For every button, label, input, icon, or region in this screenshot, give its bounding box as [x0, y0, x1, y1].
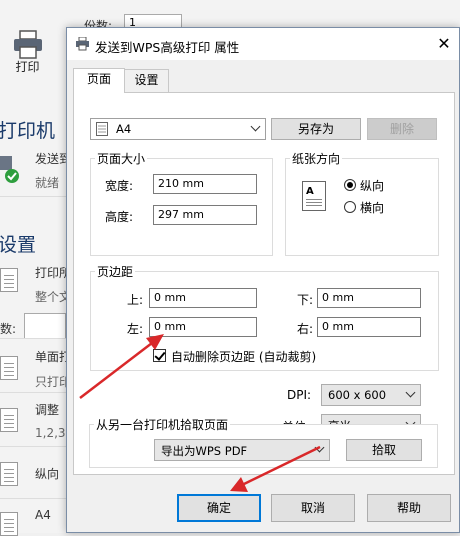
paper-select[interactable]: A4 — [90, 118, 266, 140]
width-label: 宽度: — [105, 179, 134, 193]
printer-properties-dialog: 发送到WPS高级打印 属性 ✕ 页面 设置 A4 另存为 删除 页面大小 宽度:… — [66, 27, 460, 533]
printer-icon — [76, 37, 89, 51]
bottom-margin-label: 下: — [297, 293, 314, 307]
close-icon[interactable]: ✕ — [431, 31, 457, 57]
dpi-select-value: 600 x 600 — [328, 388, 387, 402]
top-margin-label: 上: — [127, 293, 144, 307]
right-margin-label: 右: — [297, 322, 314, 336]
collate-sub: 1,2,3 — [35, 426, 66, 440]
paper-select-value: A4 — [116, 122, 132, 136]
dpi-label: DPI: — [287, 388, 312, 402]
height-label: 高度: — [105, 210, 134, 224]
document-icon — [0, 268, 18, 292]
printer-status-icon — [0, 150, 24, 186]
landscape-label: 横向 — [360, 201, 385, 215]
dpi-select[interactable]: 600 x 600 — [321, 384, 421, 406]
paper-option[interactable]: A4 — [35, 508, 51, 522]
margins-title: 页边距 — [95, 263, 136, 280]
delete-button[interactable]: 删除 — [367, 118, 437, 140]
source-printer-title: 从另一台打印机拾取页面 — [94, 416, 231, 433]
printer-heading: 打印机 — [0, 120, 56, 142]
divider — [0, 392, 66, 393]
collate-icon — [0, 408, 18, 432]
dialog-title: 发送到WPS高级打印 属性 — [95, 40, 240, 55]
chevron-down-icon — [314, 442, 325, 453]
landscape-radio[interactable] — [344, 201, 356, 213]
tab-page[interactable]: 页面 — [73, 68, 125, 93]
divider — [0, 446, 66, 447]
left-margin-input[interactable]: 0 mm — [149, 317, 257, 337]
top-margin-input[interactable]: 0 mm — [149, 288, 257, 308]
pages-label: 数: — [0, 322, 17, 336]
right-margin-input[interactable]: 0 mm — [317, 317, 421, 337]
bottom-margin-input[interactable]: 0 mm — [317, 288, 421, 308]
portrait-page-icon: A — [302, 181, 326, 211]
ok-button[interactable]: 确定 — [177, 494, 261, 522]
chevron-down-icon — [250, 121, 261, 132]
orientation-icon — [0, 462, 18, 486]
auto-remove-margins-label: 自动删除页边距 (自动裁剪) — [171, 350, 317, 364]
save-as-button[interactable]: 另存为 — [271, 118, 361, 140]
auto-remove-margins-checkbox[interactable] — [153, 349, 166, 362]
dialog-titlebar[interactable]: 发送到WPS高级打印 属性 ✕ — [67, 28, 459, 60]
print-label: 打印 — [15, 60, 40, 74]
pick-button[interactable]: 拾取 — [346, 439, 422, 461]
pages-input[interactable] — [24, 313, 66, 339]
single-side-icon — [0, 356, 18, 380]
portrait-radio[interactable] — [344, 179, 356, 191]
portrait-label: 纵向 — [360, 179, 385, 193]
settings-heading: 设置 — [0, 234, 37, 256]
divider — [0, 338, 66, 339]
orientation-title: 纸张方向 — [290, 150, 343, 167]
collate-option[interactable]: 调整 — [35, 401, 59, 418]
tab-settings[interactable]: 设置 — [124, 69, 169, 92]
printer-icon — [14, 30, 42, 59]
width-input[interactable]: 210 mm — [153, 174, 257, 194]
source-printer-group: 从另一台打印机拾取页面 导出为WPS PDF 拾取 — [89, 416, 438, 468]
height-input[interactable]: 297 mm — [153, 205, 257, 225]
paper-icon — [96, 122, 108, 136]
help-button[interactable]: 帮助 — [367, 494, 451, 522]
paper-icon — [0, 512, 18, 536]
orientation-option[interactable]: 纵向 — [35, 465, 59, 482]
margins-group: 页边距 上: 0 mm 下: 0 mm 左: 0 mm 右: 0 mm 自动删除… — [90, 263, 439, 371]
chevron-down-icon — [405, 387, 416, 398]
orientation-group: 纸张方向 A 纵向 横向 — [285, 150, 439, 256]
paper-size-group: 页面大小 宽度: 210 mm 高度: 297 mm — [90, 150, 273, 256]
printer-status: 就绪 — [35, 176, 60, 190]
source-printer-select[interactable]: 导出为WPS PDF — [154, 439, 330, 461]
cancel-button[interactable]: 取消 — [271, 494, 355, 522]
divider — [0, 498, 66, 499]
left-margin-label: 左: — [127, 322, 144, 336]
source-printer-value: 导出为WPS PDF — [161, 444, 248, 458]
divider — [0, 196, 66, 197]
paper-size-title: 页面大小 — [95, 150, 148, 167]
